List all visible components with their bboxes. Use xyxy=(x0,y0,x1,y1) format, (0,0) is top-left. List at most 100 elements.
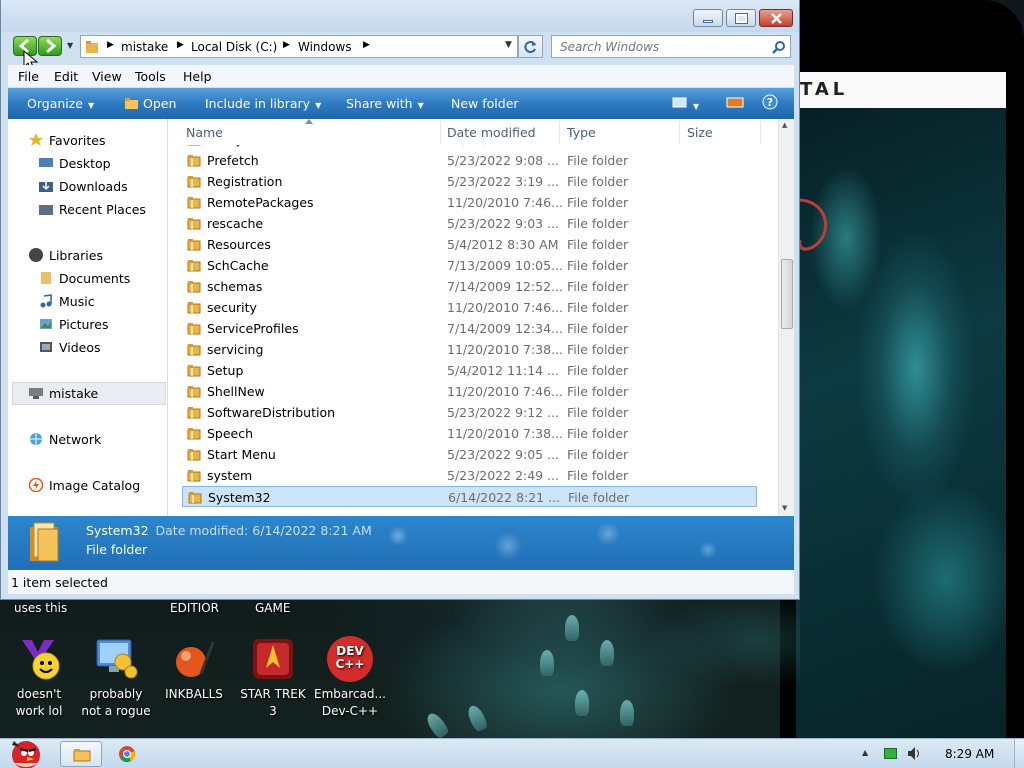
desktop-icon-yahoo[interactable]: doesn't work lol xyxy=(3,636,75,720)
nav-favorites[interactable]: Favorites xyxy=(28,133,105,148)
nav-videos[interactable]: Videos xyxy=(38,340,101,355)
breadcrumb-computer[interactable]: mistake xyxy=(121,40,168,54)
table-row[interactable]: rescache 5/23/2022 9:03 ... File folder xyxy=(182,213,757,234)
file-name: ServiceProfiles xyxy=(207,321,299,336)
title-bar[interactable] xyxy=(1,0,799,32)
table-row[interactable]: security 11/20/2010 7:46... File folder xyxy=(182,297,757,318)
breadcrumb-local-disk[interactable]: Local Disk (C:) xyxy=(191,40,277,54)
desktop-icon-dev-cpp[interactable]: DEV C++ Embarcad... Dev-C++ xyxy=(314,636,386,720)
show-hidden-icons-button[interactable]: ▲ xyxy=(862,748,868,757)
file-date-modified: 11/20/2010 7:38... xyxy=(447,342,564,357)
change-view-button[interactable]: ▼ xyxy=(672,96,699,112)
menu-view[interactable]: View xyxy=(92,69,122,84)
table-row[interactable]: Setup 5/4/2012 11:14 ... File folder xyxy=(182,360,757,381)
help-button[interactable]: ? xyxy=(762,94,778,113)
taskbar-chrome-button[interactable] xyxy=(118,745,136,766)
clock[interactable]: 8:29 AM xyxy=(945,747,994,761)
breadcrumb-windows[interactable]: Windows xyxy=(298,40,352,54)
folder-icon xyxy=(187,197,201,209)
table-row[interactable]: Resources 5/4/2012 8:30 AM File folder xyxy=(182,234,757,255)
table-row[interactable]: servicing 11/20/2010 7:38... File folder xyxy=(182,339,757,360)
chevron-right-icon[interactable]: ▶ xyxy=(107,40,114,50)
table-row[interactable]: System32 6/14/2022 8:21 ... File folder xyxy=(182,486,757,507)
column-name[interactable]: Name xyxy=(186,125,223,140)
column-type[interactable]: Type xyxy=(567,125,596,140)
desktop-icon-probably-not-a-rogue[interactable]: probably not a rogue xyxy=(80,636,152,720)
file-name: system xyxy=(207,468,253,483)
preview-pane-button[interactable] xyxy=(726,96,744,112)
menu-file[interactable]: File xyxy=(18,69,39,84)
column-divider[interactable] xyxy=(440,121,441,143)
share-with-button[interactable]: Share with ▼ xyxy=(346,96,424,111)
sort-ascending-icon xyxy=(305,119,313,124)
open-button[interactable]: Open xyxy=(124,96,176,111)
table-row[interactable]: SoftwareDistribution 5/23/2022 9:12 ... Fi… xyxy=(182,402,757,423)
search-icon[interactable] xyxy=(772,40,786,54)
file-name: servicing xyxy=(207,342,264,357)
column-divider[interactable] xyxy=(679,121,680,143)
table-row[interactable]: schemas 7/14/2009 12:52... File folder xyxy=(182,276,757,297)
scroll-down-icon[interactable]: ▼ xyxy=(782,504,787,512)
file-date-modified: 5/4/2012 8:30 AM xyxy=(447,237,559,252)
table-row[interactable]: Prefetch 5/23/2022 9:08 ... File folder xyxy=(182,150,757,171)
address-bar[interactable]: ▶ mistake ▶ Local Disk (C:) ▶ Windows ▶ … xyxy=(80,35,518,58)
scroll-up-icon[interactable]: ▲ xyxy=(782,121,787,129)
refresh-button[interactable] xyxy=(518,35,543,58)
nav-image-catalog[interactable]: Image Catalog xyxy=(28,478,140,493)
nav-computer[interactable]: mistake xyxy=(28,386,98,401)
file-name: Registration xyxy=(207,174,283,189)
nav-music[interactable]: Music xyxy=(38,294,95,309)
forward-button[interactable] xyxy=(38,36,62,56)
chevron-right-icon[interactable]: ▶ xyxy=(363,40,370,50)
desktop-icon-label: probably xyxy=(89,687,143,701)
minimize-button[interactable] xyxy=(693,9,723,27)
search-input[interactable] xyxy=(552,36,766,57)
menu-edit[interactable]: Edit xyxy=(54,69,78,84)
scrollbar-thumb[interactable] xyxy=(781,259,793,329)
search-box[interactable] xyxy=(551,35,791,58)
column-divider[interactable] xyxy=(760,121,761,143)
nav-desktop[interactable]: Desktop xyxy=(38,156,111,171)
network-tray-icon[interactable] xyxy=(884,748,897,759)
table-row[interactable]: RemotePackages 11/20/2010 7:46... File fol… xyxy=(182,192,757,213)
taskbar-explorer-button[interactable] xyxy=(60,741,102,767)
address-dropdown-icon[interactable]: ▼ xyxy=(505,40,512,50)
table-row[interactable]: system 5/23/2022 2:49 ... File folder xyxy=(182,465,757,486)
table-row[interactable]: SchCache 7/13/2009 10:05... File folder xyxy=(182,255,757,276)
table-row[interactable]: Registration 5/23/2022 3:19 ... File folde… xyxy=(182,171,757,192)
new-folder-button[interactable]: New folder xyxy=(451,96,519,111)
column-size[interactable]: Size xyxy=(687,125,713,140)
computer-icon xyxy=(29,388,43,399)
table-row[interactable]: Speech 11/20/2010 7:38... File folder xyxy=(182,423,757,444)
organize-button[interactable]: Organize ▼ xyxy=(27,96,94,111)
vertical-scrollbar[interactable]: ▲ ▼ xyxy=(778,119,794,516)
nav-recent-places[interactable]: Recent Places xyxy=(38,202,146,217)
column-divider[interactable] xyxy=(559,121,560,143)
chevron-right-icon[interactable]: ▶ xyxy=(283,40,290,50)
preview-pane-icon xyxy=(726,97,744,108)
menu-tools[interactable]: Tools xyxy=(135,69,166,84)
start-button[interactable] xyxy=(2,733,48,768)
column-date-modified[interactable]: Date modified xyxy=(447,125,536,140)
menu-help[interactable]: Help xyxy=(183,69,212,84)
table-row[interactable]: ServiceProfiles 7/14/2009 12:34... File fo… xyxy=(182,318,757,339)
content-pane: Favorites Desktop Downloads Recent Place… xyxy=(8,119,794,516)
recent-pages-dropdown[interactable]: ▼ xyxy=(67,41,73,50)
volume-icon[interactable] xyxy=(906,746,922,761)
desktop-icon xyxy=(39,158,53,167)
table-row[interactable]: Start Menu 5/23/2022 9:05 ... File folder xyxy=(182,444,757,465)
nav-downloads[interactable]: Downloads xyxy=(38,179,128,194)
nav-network[interactable]: Network xyxy=(28,432,101,447)
include-in-library-button[interactable]: Include in library ▼ xyxy=(205,96,321,111)
nav-pictures[interactable]: Pictures xyxy=(38,317,109,332)
maximize-button[interactable] xyxy=(726,9,756,27)
show-desktop-button[interactable] xyxy=(1014,739,1024,768)
nav-libraries[interactable]: Libraries xyxy=(28,248,103,263)
chevron-right-icon[interactable]: ▶ xyxy=(177,40,184,50)
nav-documents[interactable]: Documents xyxy=(38,271,130,286)
desktop-icon-star-trek[interactable]: STAR TREK 3 xyxy=(237,636,309,720)
close-button[interactable] xyxy=(759,9,793,27)
table-row[interactable]: ShellNew 11/20/2010 7:46... File folder xyxy=(182,381,757,402)
desktop-icon-inkballs[interactable]: INKBALLS xyxy=(158,636,230,703)
file-type: File folder xyxy=(567,279,629,294)
